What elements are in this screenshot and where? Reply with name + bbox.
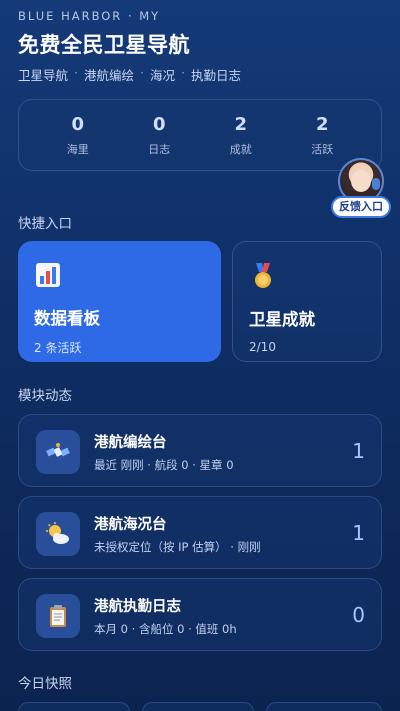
module-card-charting[interactable]: 港航编绘台 最近 刚刚 · 航段 0 · 星章 0 1 <box>18 414 382 487</box>
module-card-sea-state[interactable]: 港航海况台 未授权定位（按 IP 估算） · 刚刚 1 <box>18 496 382 569</box>
stat-value: 2 <box>315 113 329 135</box>
stat-value: 2 <box>234 113 248 135</box>
avatar-face-icon <box>351 170 371 192</box>
subnav: 卫星导航 · 港航编绘 · 海况 · 执勤日志 <box>18 65 241 84</box>
module-icon-box <box>36 430 80 474</box>
module-subtitle: 未授权定位（按 IP 估算） · 刚刚 <box>94 540 261 554</box>
separator-dot: · <box>181 65 185 80</box>
quick-card-title: 卫星成就 <box>249 310 315 329</box>
medal-icon <box>255 263 271 288</box>
stat-nautical-miles[interactable]: 0 海里 <box>48 114 108 157</box>
stat-value: 0 <box>152 113 166 135</box>
stats-panel: 0 海里 0 日志 2 成就 2 活跃 <box>18 99 382 171</box>
snapshot-card[interactable] <box>18 702 130 711</box>
section-title-modules: 模块动态 <box>18 388 72 404</box>
feedback-label: 反馈入口 <box>331 196 391 218</box>
quick-card-achievements[interactable]: 卫星成就 2/10 <box>232 241 382 362</box>
quick-card-subtitle: 2/10 <box>249 340 276 354</box>
module-icon-box <box>36 594 80 638</box>
module-subtitle: 最近 刚刚 · 航段 0 · 星章 0 <box>94 458 234 472</box>
clipboard-icon <box>50 605 66 627</box>
subnav-item-sea-state[interactable]: 海况 <box>150 65 175 84</box>
module-card-duty-log[interactable]: 港航执勤日志 本月 0 · 含船位 0 · 值班 0h 0 <box>18 578 382 651</box>
module-count: 1 <box>352 439 365 463</box>
weather-icon <box>46 522 69 544</box>
feedback-button[interactable]: 反馈入口 <box>330 158 392 220</box>
stat-label: 日志 <box>148 142 171 156</box>
stat-value: 0 <box>71 113 85 135</box>
module-title: 港航执勤日志 <box>94 599 181 615</box>
snapshot-card[interactable] <box>142 702 254 711</box>
module-subtitle: 本月 0 · 含船位 0 · 值班 0h <box>94 622 237 636</box>
stat-logs[interactable]: 0 日志 <box>129 114 189 157</box>
module-icon-box <box>36 512 80 556</box>
module-count: 0 <box>352 603 365 627</box>
stat-label: 成就 <box>229 142 252 156</box>
bar-chart-icon <box>36 263 60 287</box>
stat-label: 海里 <box>66 142 89 156</box>
headset-icon <box>372 178 380 190</box>
section-title-today: 今日快照 <box>18 676 72 692</box>
quick-card-dashboard[interactable]: 数据看板 2 条活跃 <box>18 241 221 362</box>
section-title-quick: 快捷入口 <box>18 216 72 232</box>
snapshot-card[interactable] <box>266 702 382 711</box>
module-title: 港航编绘台 <box>94 435 167 451</box>
separator-dot: · <box>74 65 78 80</box>
quick-card-title: 数据看板 <box>34 309 100 328</box>
brand-label: BLUE HARBOR · MY <box>18 9 161 23</box>
subnav-item-duty-log[interactable]: 执勤日志 <box>191 65 241 84</box>
module-title: 港航海况台 <box>94 517 167 533</box>
stat-label: 活跃 <box>311 142 334 156</box>
stat-achievements[interactable]: 2 成就 <box>211 114 271 157</box>
page-title: 免费全民卫星导航 <box>18 33 190 57</box>
module-count: 1 <box>352 521 365 545</box>
subnav-item-charting[interactable]: 港航编绘 <box>84 65 134 84</box>
stat-active[interactable]: 2 活跃 <box>292 114 352 157</box>
subnav-item-navigation[interactable]: 卫星导航 <box>18 65 68 84</box>
separator-dot: · <box>140 65 144 80</box>
satellite-icon <box>46 443 70 457</box>
quick-card-subtitle: 2 条活跃 <box>34 341 82 355</box>
